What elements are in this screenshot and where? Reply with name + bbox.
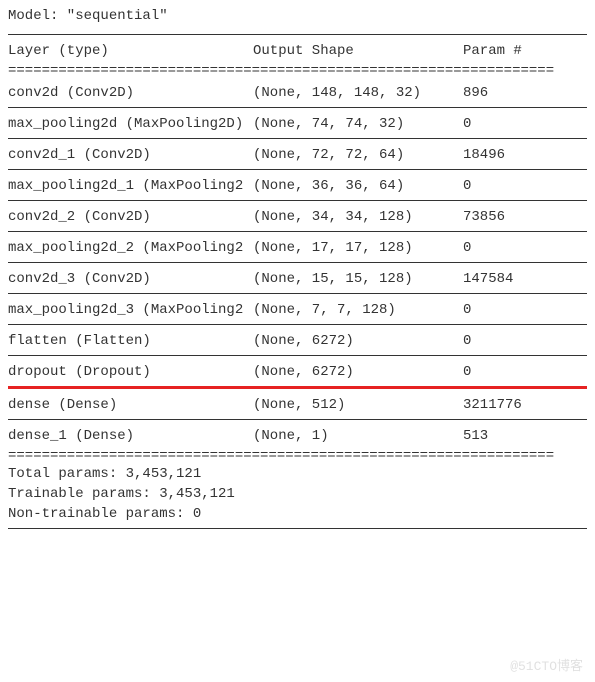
header-row: Layer (type) Output Shape Param # (8, 35, 587, 65)
param-count: 896 (463, 85, 587, 101)
param-count: 18496 (463, 147, 587, 163)
layer-row: conv2d_1 (Conv2D)(None, 72, 72, 64)18496 (8, 139, 587, 169)
layer-row: conv2d (Conv2D)(None, 148, 148, 32)896 (8, 77, 587, 107)
layer-row: dense_1 (Dense)(None, 1)513 (8, 420, 587, 450)
param-count: 3211776 (463, 397, 587, 413)
layer-name: max_pooling2d (MaxPooling2D) (8, 116, 253, 132)
output-shape: (None, 17, 17, 128) (253, 240, 463, 256)
layers-bottom: dense (Dense)(None, 512)3211776dense_1 (… (8, 389, 587, 450)
header-layer: Layer (type) (8, 43, 253, 59)
output-shape: (None, 72, 72, 64) (253, 147, 463, 163)
trainable-params: Trainable params: 3,453,121 (8, 486, 587, 502)
layer-row: dropout (Dropout)(None, 6272)0 (8, 356, 587, 386)
layer-name: max_pooling2d_3 (MaxPooling2 (8, 302, 253, 318)
output-shape: (None, 6272) (253, 333, 463, 349)
output-shape: (None, 34, 34, 128) (253, 209, 463, 225)
header-param: Param # (463, 43, 587, 59)
param-count: 0 (463, 333, 587, 349)
output-shape: (None, 36, 36, 64) (253, 178, 463, 194)
layer-name: conv2d (Conv2D) (8, 85, 253, 101)
layer-row: max_pooling2d_1 (MaxPooling2(None, 36, 3… (8, 170, 587, 200)
layer-name: dense (Dense) (8, 397, 253, 413)
watermark: @51CTO博客 (510, 655, 583, 674)
output-shape: (None, 74, 74, 32) (253, 116, 463, 132)
param-count: 147584 (463, 271, 587, 287)
param-count: 0 (463, 302, 587, 318)
param-count: 513 (463, 428, 587, 444)
layer-row: conv2d_3 (Conv2D)(None, 15, 15, 128)1475… (8, 263, 587, 293)
param-count: 0 (463, 240, 587, 256)
output-shape: (None, 1) (253, 428, 463, 444)
double-rule: ========================================… (8, 65, 587, 77)
layer-row: max_pooling2d_2 (MaxPooling2(None, 17, 1… (8, 232, 587, 262)
header-shape: Output Shape (253, 43, 463, 59)
layer-row: dense (Dense)(None, 512)3211776 (8, 389, 587, 419)
layer-row: flatten (Flatten)(None, 6272)0 (8, 325, 587, 355)
param-count: 73856 (463, 209, 587, 225)
layer-name: dense_1 (Dense) (8, 428, 253, 444)
layer-name: flatten (Flatten) (8, 333, 253, 349)
layer-row: conv2d_2 (Conv2D)(None, 34, 34, 128)7385… (8, 201, 587, 231)
layers-top: conv2d (Conv2D)(None, 148, 148, 32)896ma… (8, 77, 587, 386)
layer-name: max_pooling2d_2 (MaxPooling2 (8, 240, 253, 256)
nontrainable-params: Non-trainable params: 0 (8, 506, 587, 522)
param-count: 0 (463, 116, 587, 132)
param-count: 0 (463, 178, 587, 194)
output-shape: (None, 15, 15, 128) (253, 271, 463, 287)
layer-row: max_pooling2d_3 (MaxPooling2(None, 7, 7,… (8, 294, 587, 324)
total-params: Total params: 3,453,121 (8, 466, 587, 482)
layer-name: conv2d_3 (Conv2D) (8, 271, 253, 287)
output-shape: (None, 148, 148, 32) (253, 85, 463, 101)
bottom-rule (8, 528, 587, 529)
model-title: Model: "sequential" (8, 8, 587, 24)
layer-name: conv2d_1 (Conv2D) (8, 147, 253, 163)
output-shape: (None, 7, 7, 128) (253, 302, 463, 318)
output-shape: (None, 512) (253, 397, 463, 413)
layer-name: dropout (Dropout) (8, 364, 253, 380)
output-shape: (None, 6272) (253, 364, 463, 380)
double-rule-bottom: ========================================… (8, 450, 587, 462)
param-count: 0 (463, 364, 587, 380)
layer-name: max_pooling2d_1 (MaxPooling2 (8, 178, 253, 194)
layer-name: conv2d_2 (Conv2D) (8, 209, 253, 225)
layer-row: max_pooling2d (MaxPooling2D)(None, 74, 7… (8, 108, 587, 138)
